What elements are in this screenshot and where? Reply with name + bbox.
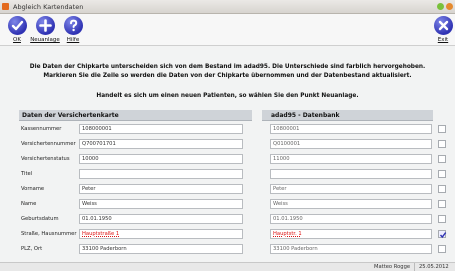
card-value-field: 10000: [79, 154, 243, 164]
neuanlage-label: Neuanlage: [30, 37, 60, 43]
db-value-field: 10800001: [270, 124, 432, 134]
comparison-row[interactable]: Geburtsdatum 01.01.1950 01.01.1950: [0, 213, 455, 226]
row-label: Versichertenstatus: [21, 156, 70, 162]
db-value-field: 11000: [270, 154, 432, 164]
row-label: Titel: [21, 171, 33, 177]
row-label: Vorname: [21, 186, 45, 192]
row-label: Kassennummer: [21, 126, 62, 132]
db-value-field: Hauptstr. 1: [270, 229, 432, 239]
hilfe-button[interactable]: Hilfe: [59, 16, 87, 43]
card-value-field: Q700701701: [79, 139, 243, 149]
comparison-row[interactable]: Vorname Peter Peter: [0, 183, 455, 196]
card-value-field: Peter: [79, 184, 243, 194]
comparison-row[interactable]: Name Weiss Weiss: [0, 198, 455, 211]
row-label: Versichertennummer: [21, 141, 76, 147]
comparison-row[interactable]: Kassennummer 108000001 10800001: [0, 123, 455, 136]
exit-button[interactable]: Exit: [431, 16, 455, 43]
database-header: adad95 - Datenbank: [262, 110, 433, 121]
comparison-row[interactable]: PLZ, Ort 33100 Paderborn 33100 Paderborn: [0, 243, 455, 256]
update-checkbox[interactable]: [438, 245, 446, 253]
exit-label: Exit: [437, 37, 449, 43]
status-user: Matteo Rogge: [374, 264, 411, 270]
db-value-field: Weiss: [270, 199, 432, 209]
comparison-row[interactable]: Versichertenstatus 10000 11000: [0, 153, 455, 166]
hilfe-label: Hilfe: [66, 37, 80, 43]
window-title: Abgleich Kartendaten: [13, 3, 84, 11]
close-icon: [433, 16, 453, 35]
neuanlage-button[interactable]: Neuanlage: [27, 16, 63, 43]
update-checkbox[interactable]: [438, 155, 446, 163]
update-checkbox[interactable]: [438, 140, 446, 148]
status-date: 25.05.2012: [419, 264, 449, 270]
update-checkbox[interactable]: [438, 200, 446, 208]
status-bar: Matteo Rogge 25.05.2012: [0, 262, 455, 271]
check-icon: [7, 16, 27, 35]
app-icon: [2, 3, 9, 10]
row-label: PLZ, Ort: [21, 246, 43, 252]
info-text: Die Daten der Chipkarte unterscheiden si…: [0, 63, 455, 81]
status-divider: [414, 263, 415, 271]
window-close-button[interactable]: [446, 3, 453, 10]
db-value-field: 33100 Paderborn: [270, 244, 432, 254]
row-label: Geburtsdatum: [21, 216, 59, 222]
row-label: Name: [21, 201, 37, 207]
db-value-field: 01.01.1950: [270, 214, 432, 224]
db-value-field: Peter: [270, 184, 432, 194]
card-value-field: 108000001: [79, 124, 243, 134]
card-value-field: [79, 169, 243, 179]
plus-icon: [35, 16, 55, 35]
db-value-field: Q0100001: [270, 139, 432, 149]
toolbar: OK Neuanlage Hilfe Exit: [0, 14, 455, 46]
checkmark-icon: [439, 232, 447, 239]
card-data-header: Daten der Versichertenkarte: [19, 110, 252, 121]
card-value-field: Hauptstraße 1: [79, 229, 243, 239]
card-value-field: 33100 Paderborn: [79, 244, 243, 254]
comparison-row[interactable]: Titel: [0, 168, 455, 181]
info-line-3: Handelt es sich um einen neuen Patienten…: [96, 93, 359, 99]
info-line-1: Die Daten der Chipkarte unterscheiden si…: [29, 64, 426, 70]
update-checkbox[interactable]: [438, 125, 446, 133]
update-checkbox[interactable]: [438, 185, 446, 193]
card-value-field: Weiss: [79, 199, 243, 209]
question-icon: [63, 16, 83, 35]
card-value-field: 01.01.1950: [79, 214, 243, 224]
update-checkbox[interactable]: [438, 170, 446, 178]
title-bar: Abgleich Kartendaten: [0, 0, 455, 14]
update-checkbox[interactable]: [438, 230, 447, 239]
db-value-field: [270, 169, 432, 179]
comparison-row[interactable]: Straße, Hausnummer Hauptstraße 1 Hauptstr.…: [0, 228, 455, 241]
info-line-2: Markieren Sie die Zeile so werden die Da…: [43, 73, 412, 79]
row-label: Straße, Hausnummer: [21, 231, 77, 237]
minimize-button[interactable]: [437, 3, 444, 10]
comparison-row[interactable]: Versichertennummer Q700701701 Q0100001: [0, 138, 455, 151]
update-checkbox[interactable]: [438, 215, 446, 223]
